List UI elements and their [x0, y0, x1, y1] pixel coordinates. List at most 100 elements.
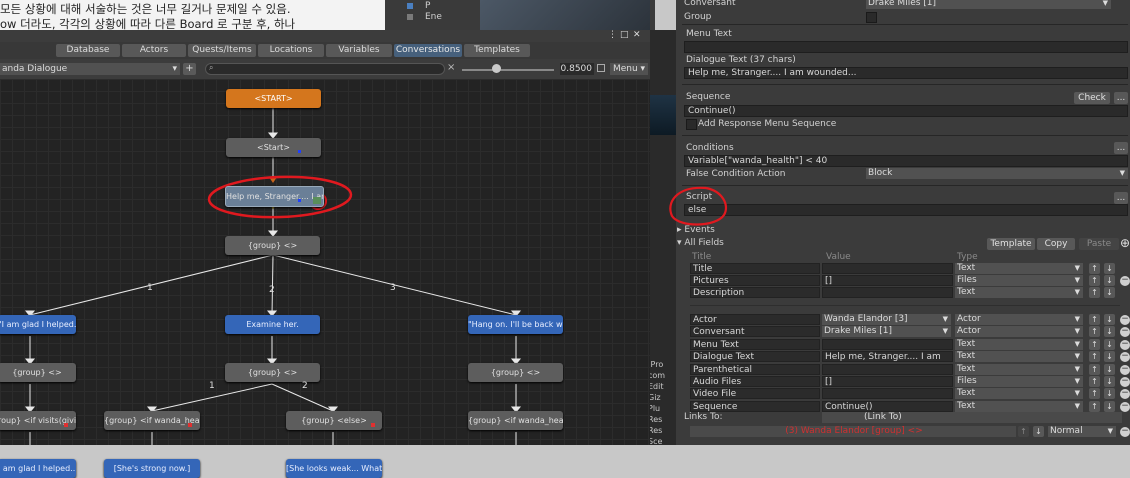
node-group-1[interactable]: {group} <> — [225, 236, 320, 255]
move-up-icon[interactable]: ↑ — [1089, 388, 1100, 399]
field-type-dropdown[interactable]: Files ▼ — [955, 376, 1083, 387]
zoom-slider-track[interactable] — [462, 69, 554, 71]
all-fields-foldout[interactable]: ▾ All Fields — [677, 238, 724, 248]
field-type-dropdown[interactable]: Text ▼ — [955, 339, 1083, 350]
sequence-field[interactable]: Continue() — [684, 105, 1128, 117]
close-icon[interactable]: ✕ — [633, 30, 641, 40]
field-value[interactable] — [822, 388, 953, 399]
field-value-dropdown[interactable]: Wanda Elandor [3] ▼ — [822, 314, 951, 325]
maximize-icon[interactable]: □ — [620, 30, 629, 40]
group-checkbox[interactable] — [866, 12, 877, 23]
node-looks-weak[interactable]: [She looks weak... What sh — [286, 459, 382, 478]
field-value[interactable] — [822, 263, 953, 274]
hierarchy-item-ene[interactable]: Ene — [425, 12, 442, 22]
remove-field-icon[interactable]: − — [1120, 402, 1130, 412]
node-strong-now[interactable]: [She's strong now.] — [104, 459, 200, 478]
tab-database[interactable]: Database — [56, 44, 120, 57]
node-help-me[interactable]: Help me, Stranger.... I am — [225, 186, 324, 207]
template-button[interactable]: Template — [987, 238, 1035, 250]
remove-field-icon[interactable]: − — [1120, 365, 1130, 375]
node-start-root[interactable]: <START> — [226, 89, 321, 108]
move-up-icon[interactable]: ↑ — [1089, 263, 1100, 274]
tab-templates[interactable]: Templates — [464, 44, 530, 57]
tab-actors[interactable]: Actors — [122, 44, 186, 57]
move-up-icon[interactable]: ↑ — [1089, 401, 1100, 412]
field-title[interactable]: Pictures — [690, 275, 820, 286]
zoom-slider-thumb[interactable] — [492, 64, 501, 73]
move-up-icon[interactable]: ↑ — [1089, 275, 1100, 286]
field-type-dropdown[interactable]: Text ▼ — [955, 263, 1083, 274]
move-up-icon[interactable]: ↑ — [1089, 376, 1100, 387]
node-if-wanda-health-right[interactable]: {group} <if wanda_health < — [468, 411, 563, 430]
move-down-icon[interactable]: ↓ — [1104, 364, 1115, 375]
field-value[interactable]: Continue() — [822, 401, 953, 412]
clear-search-button[interactable]: × — [447, 62, 455, 73]
remove-link-icon[interactable]: − — [1120, 427, 1130, 437]
node-group-left[interactable]: {group} <> — [0, 363, 76, 382]
add-response-checkbox[interactable] — [686, 119, 697, 130]
search-input[interactable]: ⌕ — [205, 63, 445, 75]
field-type-dropdown[interactable]: Text ▼ — [955, 287, 1083, 298]
field-title[interactable]: Parenthetical — [690, 364, 820, 375]
remove-field-icon[interactable]: − — [1120, 340, 1130, 350]
field-value[interactable] — [822, 364, 953, 375]
events-foldout[interactable]: ▸ Events — [677, 225, 715, 235]
script-more-button[interactable]: ... — [1114, 192, 1128, 204]
remove-field-icon[interactable]: − — [1120, 352, 1130, 362]
move-up-icon[interactable]: ↑ — [1089, 364, 1100, 375]
dialogue-text-field[interactable]: Help me, Stranger.... I am wounded... — [684, 67, 1128, 79]
remove-field-icon[interactable]: − — [1120, 276, 1130, 286]
field-type-dropdown[interactable]: Text ▼ — [955, 401, 1083, 412]
field-value[interactable]: [] — [822, 376, 953, 387]
field-title[interactable]: Dialogue Text — [690, 351, 820, 362]
field-value[interactable]: Help me, Stranger.... I am — [822, 351, 953, 362]
false-condition-dropdown[interactable]: Block ▼ — [866, 168, 1128, 179]
field-title[interactable]: Title — [690, 263, 820, 274]
add-conversation-button[interactable]: + — [183, 63, 196, 75]
paste-button[interactable]: Paste — [1079, 238, 1119, 250]
move-down-icon[interactable]: ↓ — [1104, 263, 1115, 274]
move-up-icon[interactable]: ↑ — [1089, 314, 1100, 325]
move-up-icon[interactable]: ↑ — [1089, 351, 1100, 362]
project-item[interactable]: Edit — [648, 382, 676, 393]
tab-variables[interactable]: Variables — [326, 44, 392, 57]
field-type-dropdown[interactable]: Text ▼ — [955, 388, 1083, 399]
field-title[interactable]: Conversant — [690, 326, 820, 337]
copy-button[interactable]: Copy — [1037, 238, 1075, 250]
field-value[interactable]: [] — [822, 275, 953, 286]
field-value[interactable] — [822, 287, 953, 298]
field-type-dropdown[interactable]: Text ▼ — [955, 364, 1083, 375]
move-down-icon[interactable]: ↓ — [1033, 426, 1044, 437]
field-type-dropdown[interactable]: Actor ▼ — [955, 314, 1083, 325]
move-down-icon[interactable]: ↓ — [1104, 275, 1115, 286]
conditions-field[interactable]: Variable["wanda_health"] < 40 — [684, 155, 1128, 167]
project-item[interactable]: Sce — [648, 437, 676, 448]
node-group-right[interactable]: {group} <> — [468, 363, 563, 382]
links-to-dropdown[interactable]: (Link To) — [822, 412, 1122, 423]
move-up-icon[interactable]: ↑ — [1089, 339, 1100, 350]
move-up-icon[interactable]: ↑ — [1089, 287, 1100, 298]
project-item[interactable]: com — [648, 371, 676, 382]
field-value[interactable] — [822, 339, 953, 350]
project-item[interactable]: Res — [648, 415, 676, 426]
project-item[interactable]: Res — [648, 426, 676, 437]
hierarchy-item-p[interactable]: P — [425, 1, 430, 11]
field-title[interactable]: Audio Files — [690, 376, 820, 387]
field-title[interactable]: Actor — [690, 314, 820, 325]
node-if-visits[interactable]: roup} <if visits(giving_ — [0, 411, 76, 430]
field-title[interactable]: Sequence — [690, 401, 820, 412]
move-down-icon[interactable]: ↓ — [1104, 339, 1115, 350]
move-down-icon[interactable]: ↓ — [1104, 287, 1115, 298]
node-glad-helped[interactable]: "I am glad I helped." — [0, 315, 76, 334]
tab-locations[interactable]: Locations — [258, 44, 324, 57]
more-icon[interactable]: ⋮ — [608, 30, 617, 40]
refresh-icon[interactable] — [597, 64, 605, 72]
node-canvas[interactable]: <START> <Start> Help me, Stranger.... I … — [0, 79, 650, 478]
add-field-icon[interactable]: ⊕ — [1120, 236, 1130, 250]
script-field[interactable]: else — [684, 204, 1128, 216]
field-title[interactable]: Description — [690, 287, 820, 298]
move-down-icon[interactable]: ↓ — [1104, 401, 1115, 412]
node-hang-on[interactable]: "Hang on. I'll be back wit — [468, 315, 563, 334]
node-glad-helped-2[interactable]: I am glad I helped... — [0, 459, 76, 478]
move-up-icon[interactable]: ↑ — [1018, 426, 1029, 437]
